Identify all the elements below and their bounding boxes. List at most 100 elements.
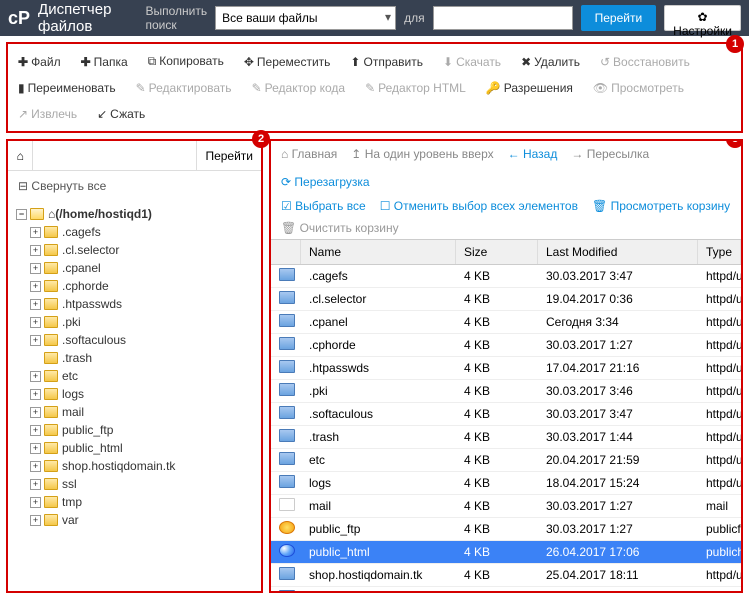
cell-type: httpd/unix (698, 473, 741, 493)
tree-item[interactable]: +var (16, 511, 253, 529)
col-type[interactable]: Type (698, 240, 741, 264)
search-go-button[interactable]: Перейти (581, 5, 657, 31)
upload-button[interactable]: ⬆Отправить (348, 51, 425, 73)
copy-button[interactable]: ⧉Копировать (146, 50, 226, 73)
folder-icon (44, 298, 58, 310)
crumb-forward[interactable]: → Пересылка (571, 147, 649, 161)
expand-icon[interactable]: + (30, 317, 41, 328)
restore-button[interactable]: ↺Восстановить (598, 51, 692, 73)
table-row[interactable]: .softaculous4 KB30.03.2017 3:47httpd/uni… (271, 403, 741, 426)
expand-icon[interactable]: + (30, 425, 41, 436)
tree-item[interactable]: +.cagefs (16, 223, 253, 241)
collapse-icon: ⊟ (18, 179, 28, 193)
table-row[interactable]: .trash4 KB30.03.2017 1:44httpd/unix (271, 426, 741, 449)
col-icon[interactable] (271, 240, 301, 264)
table-row[interactable]: .htpasswds4 KB17.04.2017 21:16httpd/unix (271, 357, 741, 380)
crumb-home[interactable]: ⌂ Главная (281, 147, 337, 161)
cell-size: 4 KB (456, 519, 538, 539)
table-row[interactable]: ssl4 KB25.04.2017 18:11httpd/unix (271, 587, 741, 591)
folder-button[interactable]: ✚Папка (79, 51, 130, 73)
cell-name: .htpasswds (301, 358, 456, 378)
tree-item[interactable]: +ssl (16, 475, 253, 493)
col-size[interactable]: Size (456, 240, 538, 264)
code-editor-button[interactable]: ✎Редактор кода (250, 77, 348, 99)
folder-icon (44, 424, 58, 436)
expand-icon[interactable]: + (30, 389, 41, 400)
extract-button[interactable]: ↗Извлечь (16, 103, 79, 125)
tree-item[interactable]: +tmp (16, 493, 253, 511)
col-modified[interactable]: Last Modified (538, 240, 698, 264)
tree-root[interactable]: −⌂ (/home/hostiqd1) (16, 205, 253, 223)
move-button[interactable]: ✥Переместить (242, 51, 333, 73)
expand-icon[interactable]: + (30, 371, 41, 382)
expand-icon[interactable]: + (30, 515, 41, 526)
table-row[interactable]: .cphorde4 KB30.03.2017 1:27httpd/unix (271, 334, 741, 357)
expand-icon[interactable]: + (30, 281, 41, 292)
expand-icon[interactable]: + (30, 245, 41, 256)
rename-button[interactable]: ▮Переименовать (16, 77, 118, 99)
permissions-button[interactable]: 🔑Разрешения (484, 77, 575, 99)
expand-icon[interactable]: + (30, 479, 41, 490)
html-editor-button[interactable]: ✎Редактор HTML (363, 77, 468, 99)
tree-item[interactable]: +.softaculous (16, 331, 253, 349)
tree-item[interactable]: +mail (16, 403, 253, 421)
tree-item[interactable]: +public_ftp (16, 421, 253, 439)
tree-item[interactable]: .trash (16, 349, 253, 367)
table-row[interactable]: logs4 KB18.04.2017 15:24httpd/unix (271, 472, 741, 495)
table-row[interactable]: .pki4 KB30.03.2017 3:46httpd/unix (271, 380, 741, 403)
expand-icon[interactable]: + (30, 227, 41, 238)
search-scope-select[interactable] (215, 6, 396, 30)
cell-type: httpd/unix (698, 358, 741, 378)
cell-name: .softaculous (301, 404, 456, 424)
tree-item[interactable]: +logs (16, 385, 253, 403)
tree-item[interactable]: +.cphorde (16, 277, 253, 295)
tree-item[interactable]: +.cl.selector (16, 241, 253, 259)
view-trash-button[interactable]: 🗑 Просмотреть корзину (592, 199, 730, 213)
crumb-up[interactable]: ↥ На один уровень вверх (351, 147, 493, 161)
table-row[interactable]: shop.hostiqdomain.tk4 KB25.04.2017 18:11… (271, 564, 741, 587)
view-button[interactable]: 👁Просмотреть (591, 77, 686, 99)
table-row[interactable]: .cl.selector4 KB19.04.2017 0:36httpd/uni… (271, 288, 741, 311)
expand-icon[interactable]: + (30, 407, 41, 418)
expand-icon[interactable]: + (30, 299, 41, 310)
path-go-button[interactable]: Перейти (196, 141, 261, 170)
table-row[interactable]: etc4 KB20.04.2017 21:59httpd/unix (271, 449, 741, 472)
crumb-reload[interactable]: ⟳ Перезагрузка (281, 175, 370, 189)
table-row[interactable]: .cagefs4 KB30.03.2017 3:47httpd/unix (271, 265, 741, 288)
table-row[interactable]: .cpanel4 KBСегодня 3:34httpd/unix (271, 311, 741, 334)
compress-button[interactable]: ↙Сжать (95, 103, 147, 125)
table-row[interactable]: mail4 KB30.03.2017 1:27mail (271, 495, 741, 518)
table-row[interactable]: public_html4 KB26.04.2017 17:06publichtm… (271, 541, 741, 564)
select-all-button[interactable]: ☑ Выбрать все (281, 199, 366, 213)
tree-item[interactable]: +.cpanel (16, 259, 253, 277)
file-list-panel: 3 ⌂ Главная ↥ На один уровень вверх ← На… (269, 139, 743, 593)
crumb-back[interactable]: ← Назад (508, 147, 558, 161)
tree-item[interactable]: +.pki (16, 313, 253, 331)
tree-item[interactable]: +public_html (16, 439, 253, 457)
cell-name: shop.hostiqdomain.tk (301, 565, 456, 585)
file-button[interactable]: ✚Файл (16, 51, 63, 73)
expand-icon[interactable]: + (30, 443, 41, 454)
path-input[interactable] (33, 141, 196, 170)
home-button[interactable]: ⌂ (8, 141, 33, 170)
delete-button[interactable]: ✖Удалить (519, 51, 582, 73)
tree-item[interactable]: +etc (16, 367, 253, 385)
expand-icon[interactable]: + (30, 461, 41, 472)
cell-size: 4 KB (456, 427, 538, 447)
collapse-icon[interactable]: − (16, 209, 27, 220)
table-row[interactable]: public_ftp4 KB30.03.2017 1:27publicftp (271, 518, 741, 541)
expand-icon[interactable]: + (30, 263, 41, 274)
deselect-all-button[interactable]: ☐ Отменить выбор всех элементов (380, 199, 578, 213)
tree-item[interactable]: +.htpasswds (16, 295, 253, 313)
edit-button[interactable]: ✎Редактировать (134, 77, 234, 99)
cell-type: mail (698, 496, 741, 516)
clear-trash-button[interactable]: 🗑 Очистить корзину (271, 217, 741, 239)
expand-icon[interactable]: + (30, 497, 41, 508)
collapse-all-button[interactable]: ⊟ Свернуть все (8, 171, 261, 201)
expand-icon[interactable]: + (30, 335, 41, 346)
search-input[interactable] (433, 6, 573, 30)
tree-item[interactable]: +shop.hostiqdomain.tk (16, 457, 253, 475)
col-name[interactable]: Name (301, 240, 456, 264)
download-button[interactable]: ⬇Скачать (441, 51, 503, 73)
settings-button[interactable]: ✿ Настройки (664, 5, 741, 31)
